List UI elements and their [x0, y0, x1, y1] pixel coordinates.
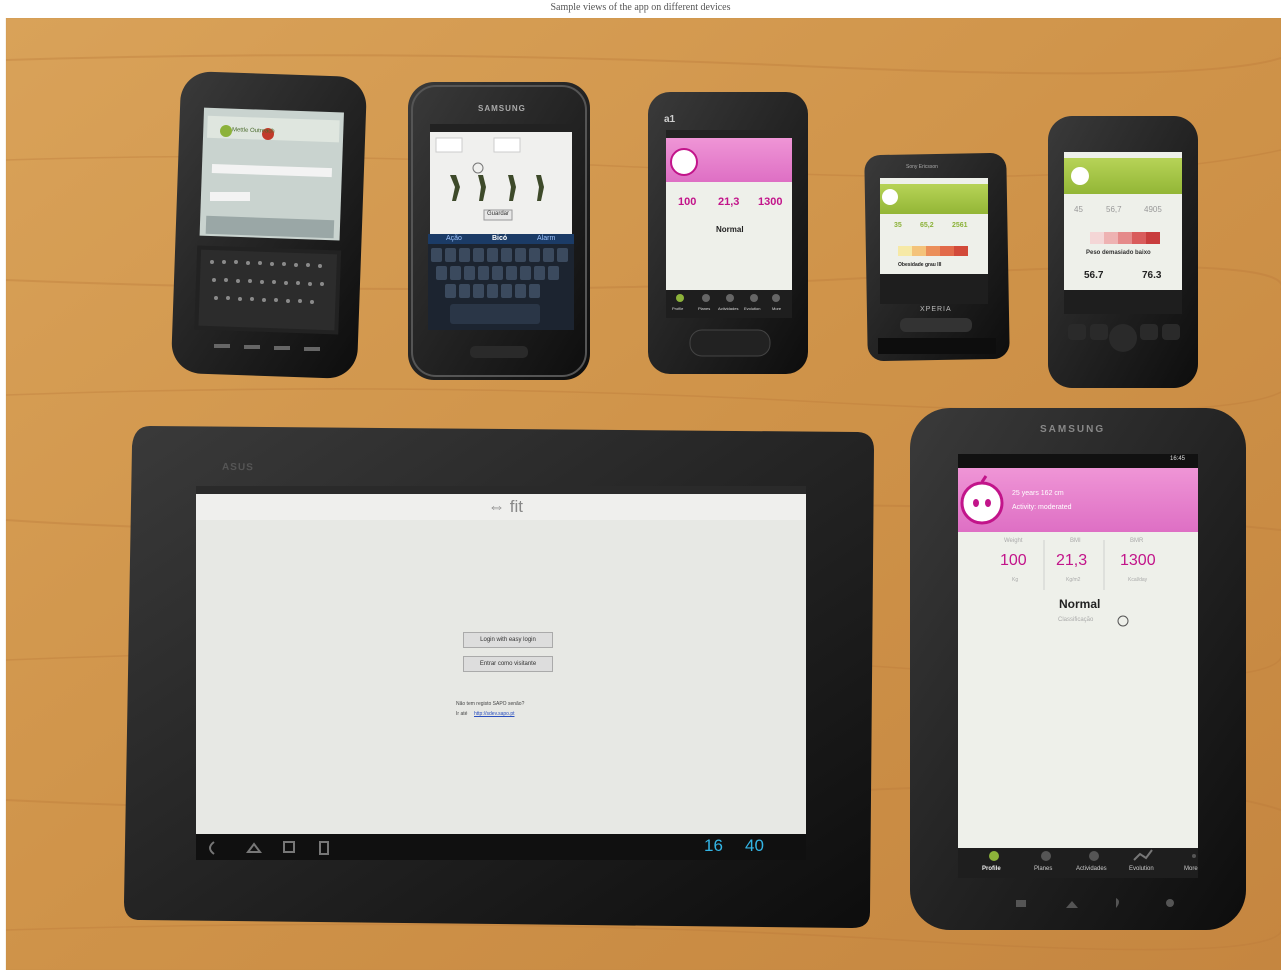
- phone-5-range-high: 76.3: [1142, 270, 1162, 281]
- phone-3-status: Normal: [716, 225, 744, 234]
- tablet-2-weight-unit: Kg: [1012, 577, 1019, 583]
- tablet-2-brand: SAMSUNG: [1040, 424, 1106, 435]
- tablet-2-bmr-unit: Kcal/day: [1128, 577, 1148, 583]
- phone-2: [408, 82, 590, 380]
- tablet-2-header-line-2: Activity: moderated: [1012, 504, 1072, 511]
- tablet-2-bmr-value: 1300: [1120, 552, 1156, 569]
- tablet-2: [910, 408, 1246, 930]
- desk-scene: [5, 17, 1281, 970]
- tablet-2-bmi-unit: Kg/m2: [1066, 577, 1081, 583]
- phone-3-weight: 100: [678, 196, 697, 208]
- phone-5-range-low: 56.7: [1084, 270, 1104, 281]
- phone-2-bar-item-1[interactable]: Ação: [446, 235, 462, 242]
- phone-3-tab-actividades[interactable]: Actividades: [718, 306, 738, 311]
- phone-4-stat-2: 65,2: [920, 222, 934, 229]
- tablet-2-stat-label-weight: Weight: [1004, 538, 1023, 544]
- tablet-2-tab-actividades[interactable]: Actividades: [1076, 866, 1107, 872]
- tablet-1-app-logo: ⇔ fit: [488, 497, 523, 516]
- phone-4: [864, 153, 1010, 361]
- tablet-2-stat-label-bmi: BMI: [1070, 538, 1081, 544]
- phone-2-bar-item-3[interactable]: Alarm: [537, 235, 555, 242]
- bmi-scale: [898, 246, 968, 256]
- phone-3-bmi: 21,3: [718, 196, 740, 208]
- phone-5-status: Peso demasiado baixo: [1086, 250, 1151, 256]
- phone-3-tab-profile[interactable]: Profile: [672, 306, 683, 311]
- phone-2-save-button[interactable]: Guardar: [487, 211, 509, 217]
- tablet-1-link[interactable]: http://sdev.sapo.pt: [474, 711, 515, 717]
- tablet-1-note: Não tem registo SAPO senão?: [456, 701, 525, 707]
- phone-5-stat-3: 4905: [1144, 205, 1162, 214]
- phone-4-footer: XPERIA: [920, 306, 952, 313]
- tablet-2-status: Normal: [1059, 597, 1101, 611]
- tablet-1-login-button[interactable]: Login with easy login: [463, 632, 553, 648]
- phone-2-keyboard: [428, 244, 574, 330]
- bmi-scale: [1090, 232, 1160, 244]
- tablet-1-guest-button[interactable]: Entrar como visitante: [463, 656, 553, 672]
- tablet-1-note-prefix: Ir até: [456, 711, 468, 717]
- tablet-2-time: 16:45: [1170, 456, 1186, 462]
- figure-caption: Sample views of the app on different dev…: [550, 2, 731, 13]
- tablet-2-tab-more[interactable]: More: [1184, 866, 1198, 872]
- phone-1: [171, 71, 367, 379]
- tablet-1-clock-min: 40: [745, 836, 764, 855]
- apple-icon: [220, 125, 232, 137]
- phone-4-brand: Sony Ericsson: [906, 164, 938, 170]
- tablet-2-weight-value: 100: [1000, 552, 1027, 569]
- phone-4-stat-3: 2561: [952, 222, 968, 229]
- phone-2-bar-item-2[interactable]: Bicó: [492, 235, 507, 242]
- tablet-2-header-line-1: 25 years 162 cm: [1012, 490, 1064, 497]
- phone-3-tab-more[interactable]: More: [772, 306, 781, 311]
- phone-3-bmr: 1300: [758, 196, 783, 208]
- caption-bar: Sample views of the app on different dev…: [0, 0, 1281, 18]
- phone-3-tab-evolution[interactable]: Evolution: [744, 306, 760, 311]
- phone-2-brand: SAMSUNG: [478, 104, 526, 113]
- tablet-1-clock-hour: 16: [704, 836, 723, 855]
- phone-3-brand: a1: [664, 114, 676, 125]
- phone-4-stat-1: 35: [894, 222, 902, 229]
- tablet-2-tab-profile[interactable]: Profile: [982, 866, 1001, 872]
- phone-3-tab-planes[interactable]: Planes: [698, 306, 710, 311]
- apple-icon: [670, 148, 698, 176]
- phone-5-stat-1: 45: [1074, 205, 1083, 214]
- photo-of-devices: Sample views of the app on different dev…: [0, 0, 1281, 970]
- tablet-2-stat-label-bmr: BMR: [1130, 538, 1144, 544]
- tablet-1-brand: ASUS: [221, 461, 254, 474]
- tablet-2-tab-planes[interactable]: Planes: [1034, 866, 1052, 872]
- keyboard: [194, 245, 342, 335]
- phone-4-status: Obesidade grau III: [898, 262, 942, 268]
- tablet-2-tab-evolution[interactable]: Evolution: [1129, 866, 1154, 872]
- tablet-2-sub-status: Classificação: [1058, 617, 1094, 623]
- phone-5-stat-2: 56,7: [1106, 205, 1122, 214]
- tablet-2-bmi-value: 21,3: [1056, 552, 1088, 569]
